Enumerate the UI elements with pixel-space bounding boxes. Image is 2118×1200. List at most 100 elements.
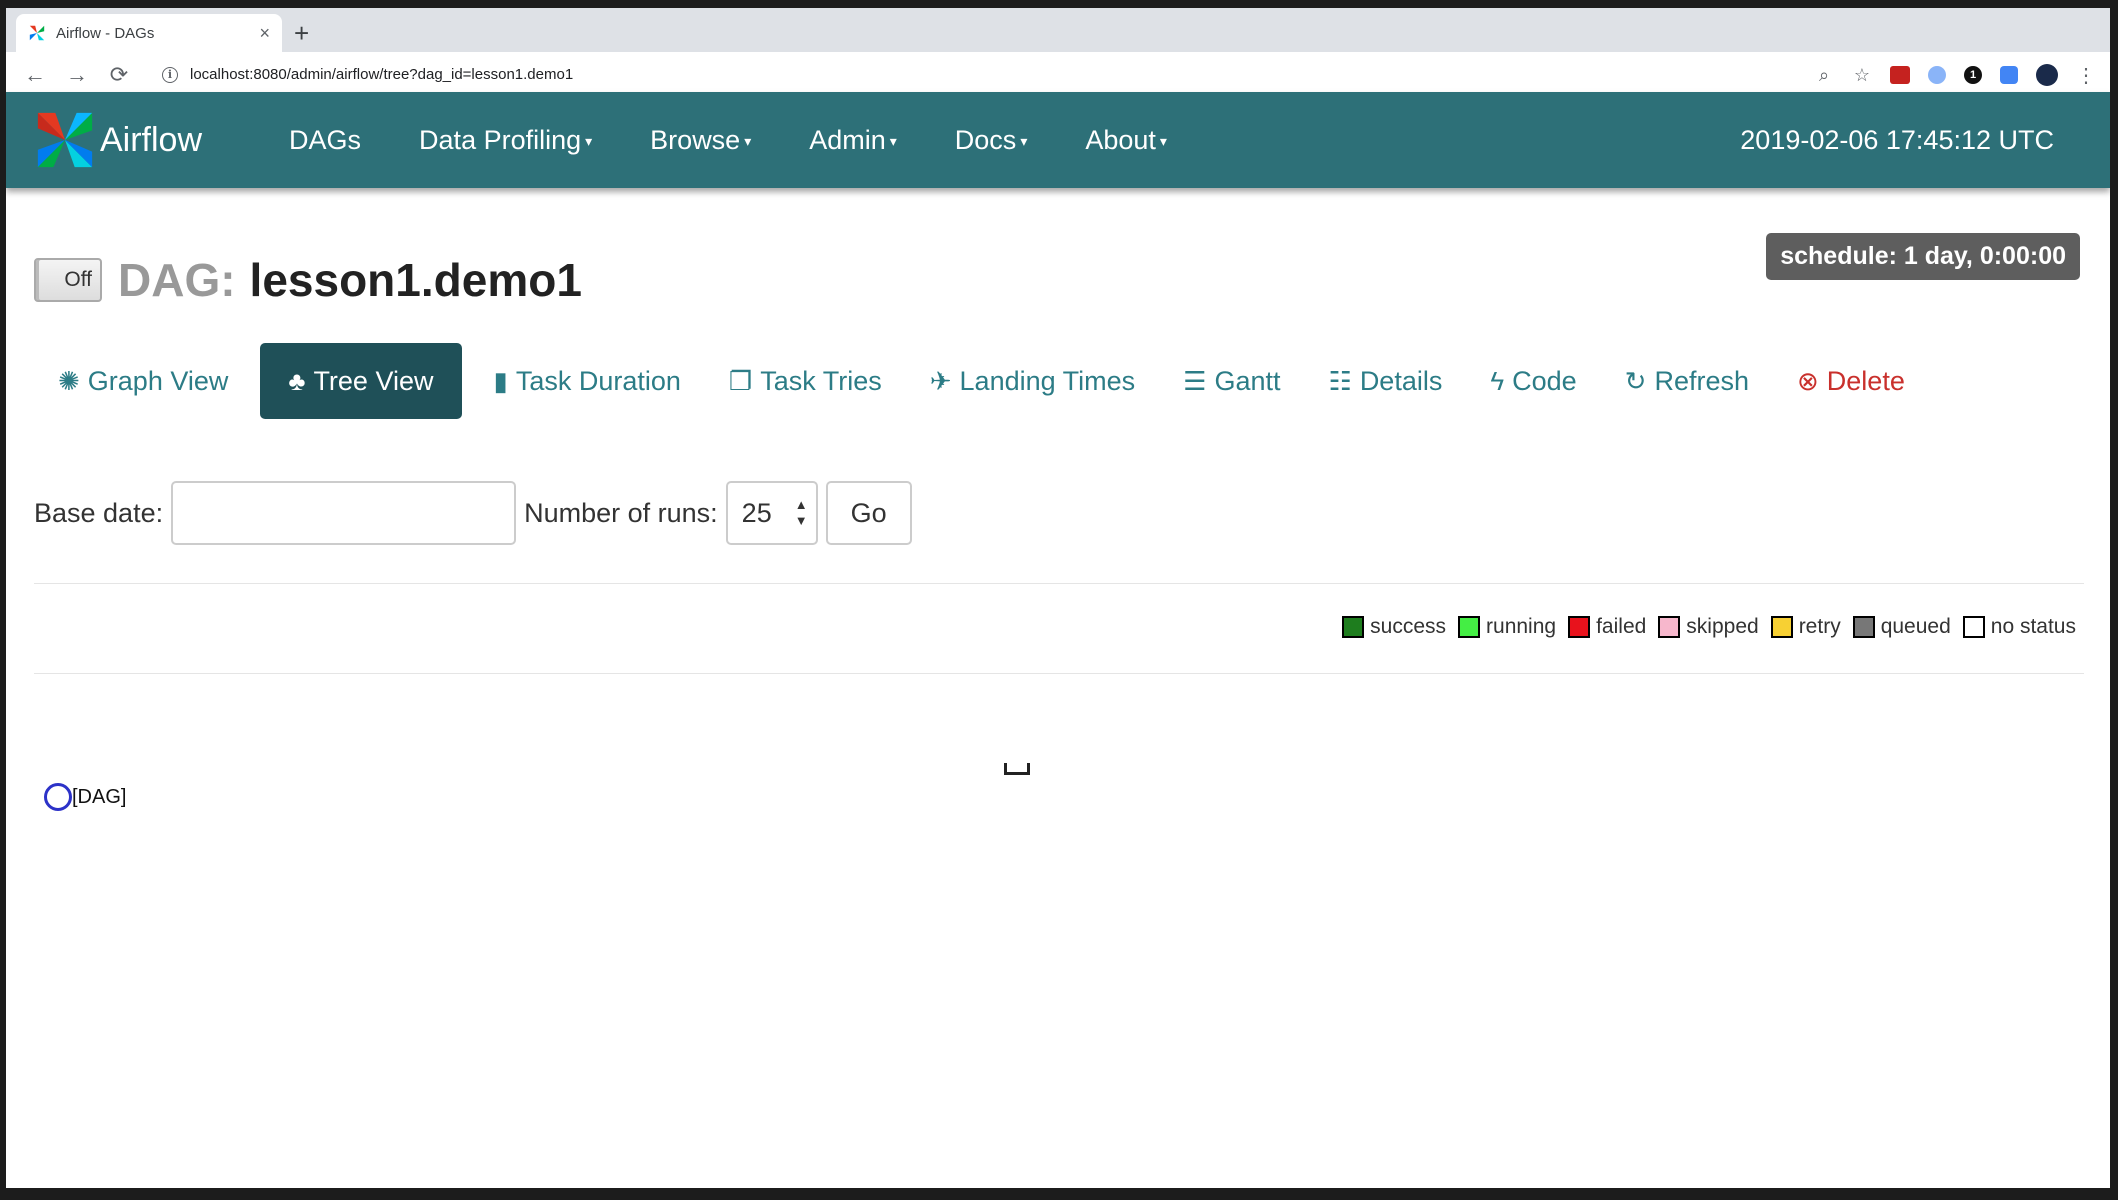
utc-clock: 2019-02-06 17:45:12 UTC — [1740, 124, 2054, 155]
schedule-badge: schedule: 1 day, 0:00:00 — [1766, 233, 2080, 280]
bolt-icon: ϟ — [1490, 365, 1505, 396]
tab-landing-times[interactable]: ✈ Landing Times — [906, 343, 1159, 419]
brand-name: Airflow — [100, 120, 203, 159]
tab-gantt[interactable]: ☰ Gantt — [1159, 343, 1304, 419]
caret-down-icon: ▾ — [1159, 132, 1167, 149]
menu-label: DAGs — [289, 124, 362, 155]
menu-label: Browse — [650, 124, 741, 155]
dag-title-row: Off DAG: lesson1.demo1 — [34, 253, 582, 307]
base-date-input[interactable] — [171, 481, 517, 545]
tree-view-graph: [DAG] — [44, 783, 126, 811]
dag-root-node[interactable] — [44, 783, 72, 811]
tab-close-icon[interactable]: × — [259, 23, 270, 44]
go-button[interactable]: Go — [825, 481, 912, 545]
airflow-navbar: Airflow DAGs Data Profiling ▾ Browse ▾ Adm… — [6, 92, 2110, 188]
legend-item-skipped: skipped — [1658, 615, 1759, 639]
status-legend: success running failed skipped retry queued no… — [1330, 615, 2076, 639]
tab-label: Landing Times — [959, 365, 1136, 396]
tab-title: Airflow - DAGs — [56, 24, 155, 42]
bar-chart-icon: ▮ — [493, 365, 508, 396]
menu-label: Admin — [809, 124, 886, 155]
tree-icon: ♣ — [288, 365, 306, 396]
tab-label: Details — [1359, 365, 1443, 396]
menu-label: About — [1085, 124, 1156, 155]
tab-label: Delete — [1826, 365, 1905, 396]
divider — [34, 673, 2084, 674]
tab-code[interactable]: ϟ Code — [1466, 343, 1600, 419]
menu-about[interactable]: About ▾ — [1056, 125, 1196, 156]
legend-swatch — [1658, 616, 1681, 638]
legend-swatch — [1770, 616, 1793, 638]
extension-red-icon[interactable] — [1890, 66, 1910, 84]
legend-label: success — [1370, 615, 1447, 638]
zoom-icon[interactable]: ⌕ — [1814, 65, 1834, 85]
select-arrows-icon: ▲ ▼ — [794, 497, 808, 528]
legend-swatch — [1962, 616, 1985, 638]
tab-refresh[interactable]: ↻ Refresh — [1601, 343, 1773, 419]
tree-filter-form: Base date: Number of runs: 25 ▲ ▼ Go — [34, 481, 912, 545]
caret-down-icon: ▾ — [744, 132, 752, 149]
bookmark-star-icon[interactable]: ☆ — [1852, 65, 1872, 85]
files-icon: ❐ — [728, 365, 753, 396]
legend-label: skipped — [1686, 615, 1759, 638]
menu-dags[interactable]: DAGs — [260, 125, 390, 156]
browser-tab[interactable]: Airflow - DAGs × — [16, 14, 282, 52]
browser-menu-icon[interactable]: ⋮ — [2076, 65, 2096, 87]
browser-window: Airflow - DAGs × + ← → ⟳ i localhost:808… — [6, 8, 2110, 1188]
num-runs-select[interactable]: 25 ▲ ▼ — [725, 481, 818, 545]
tab-task-duration[interactable]: ▮ Task Duration — [470, 343, 705, 419]
num-runs-label: Number of runs: — [524, 497, 718, 528]
legend-label: running — [1486, 615, 1557, 638]
dag-id: lesson1.demo1 — [249, 254, 582, 306]
list-icon: ☷ — [1328, 365, 1352, 396]
menu-docs[interactable]: Docs ▾ — [926, 125, 1057, 156]
tab-tree-view[interactable]: ♣ Tree View — [260, 343, 462, 419]
graph-icon: ✺ — [58, 365, 80, 396]
legend-item-retry: retry — [1770, 615, 1841, 639]
airflow-logo-icon — [37, 112, 93, 168]
extension-badge-icon[interactable]: 1 — [1964, 66, 1982, 84]
tab-label: Task Duration — [515, 365, 681, 396]
airflow-favicon-icon — [29, 25, 45, 41]
menu-data-profiling[interactable]: Data Profiling ▾ — [390, 125, 621, 156]
menu-admin[interactable]: Admin ▾ — [780, 125, 926, 156]
legend-label: failed — [1596, 615, 1647, 638]
legend-swatch — [1342, 616, 1365, 638]
menu-browse[interactable]: Browse ▾ — [621, 125, 780, 156]
menu-label: Docs — [954, 124, 1017, 155]
caret-down-icon: ▾ — [889, 132, 897, 149]
extension-blue-icon[interactable] — [1928, 66, 1946, 84]
legend-label: queued — [1880, 615, 1951, 638]
text-cursor-icon — [1004, 763, 1030, 775]
legend-swatch — [1852, 616, 1875, 638]
tab-label: Refresh — [1654, 365, 1749, 396]
menu-label: Data Profiling — [419, 124, 582, 155]
forward-icon[interactable]: → — [60, 62, 94, 88]
dag-label: DAG: — [118, 254, 236, 306]
new-tab-button[interactable]: + — [294, 20, 309, 46]
back-icon[interactable]: ← — [18, 62, 52, 88]
tab-task-tries[interactable]: ❐ Task Tries — [705, 343, 906, 419]
caret-down-icon: ▾ — [585, 132, 593, 149]
tab-graph-view[interactable]: ✺ Graph View — [34, 343, 252, 419]
tab-label: Code — [1512, 365, 1577, 396]
dag-pause-toggle[interactable]: Off — [34, 258, 102, 302]
extension-multi-icon[interactable] — [2000, 66, 2018, 84]
num-runs-value: 25 — [741, 497, 772, 528]
profile-avatar[interactable] — [2036, 64, 2058, 86]
tab-details[interactable]: ☷ Details — [1305, 343, 1467, 419]
caret-down-icon: ▾ — [1020, 132, 1028, 149]
tab-strip: Airflow - DAGs × + — [6, 8, 2110, 52]
reload-icon[interactable]: ⟳ — [102, 62, 136, 88]
legend-item-running: running — [1458, 615, 1556, 639]
legend-swatch — [1458, 616, 1481, 638]
legend-item-success: success — [1342, 615, 1446, 639]
legend-item-queued: queued — [1852, 615, 1951, 639]
brand[interactable]: Airflow — [34, 109, 202, 171]
site-info-icon[interactable]: i — [162, 66, 178, 83]
address-bar[interactable]: localhost:8080/admin/airflow/tree?dag_id… — [190, 66, 573, 83]
main-menu: DAGs Data Profiling ▾ Browse ▾ Admin ▾ Docs… — [260, 125, 1196, 156]
tab-delete[interactable]: ⊗ Delete — [1773, 343, 1929, 419]
legend-item-no-status: no status — [1962, 615, 2076, 639]
base-date-label: Base date: — [34, 497, 164, 528]
